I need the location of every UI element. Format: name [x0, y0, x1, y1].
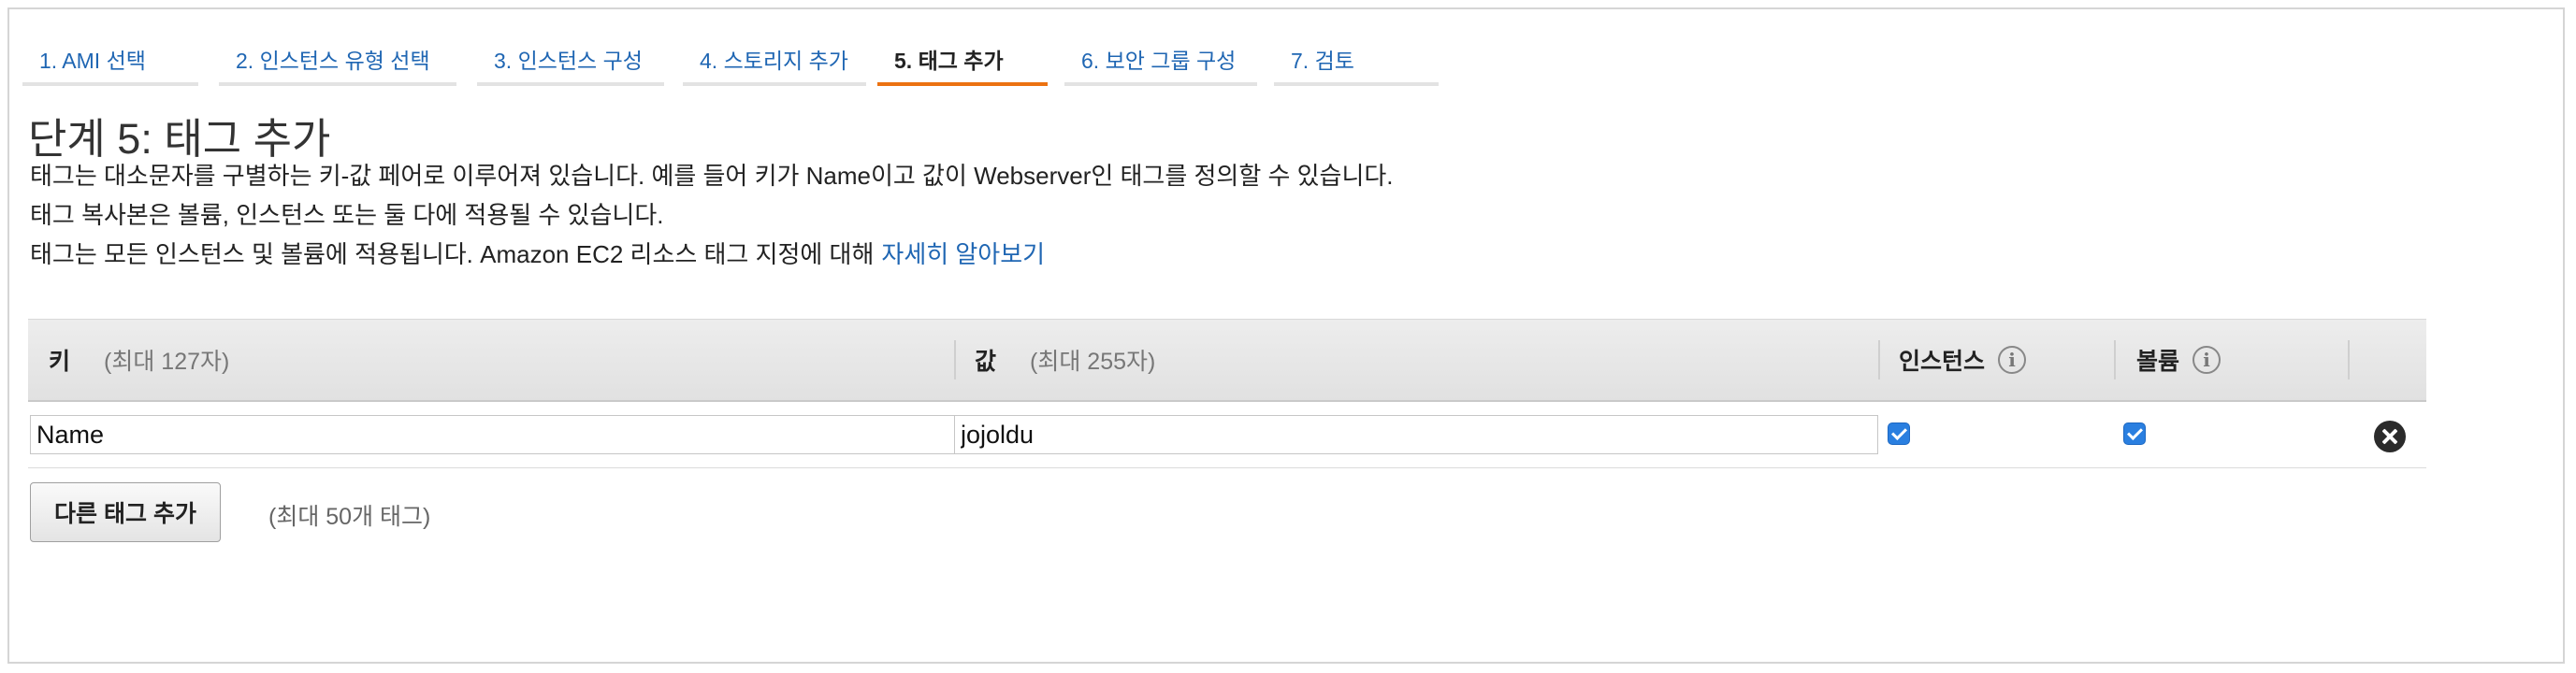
step-configure-instance[interactable]: 3. 인스턴스 구성 — [477, 30, 664, 86]
info-icon[interactable]: i — [1998, 346, 2027, 374]
column-divider — [954, 340, 956, 379]
description-line: 태그는 모든 인스턴스 및 볼륨에 적용됩니다. Amazon EC2 리소스 … — [30, 236, 1045, 270]
step-add-storage[interactable]: 4. 스토리지 추가 — [683, 30, 866, 86]
step-label: 1. AMI 선택 — [39, 49, 146, 73]
column-divider — [2114, 340, 2116, 379]
step-add-tags[interactable]: 5. 태그 추가 — [877, 30, 1048, 86]
add-tag-button[interactable]: 다른 태그 추가 — [30, 482, 221, 542]
step-configure-security-group[interactable]: 6. 보안 그룹 구성 — [1064, 30, 1257, 86]
key-column-header: 키 (최대 127자) — [49, 320, 229, 400]
step-label: 6. 보안 그룹 구성 — [1081, 49, 1237, 73]
instances-column-header: 인스턴스 i — [1899, 320, 2027, 400]
value-max-hint: (최대 255자) — [1030, 349, 1156, 375]
learn-more-link[interactable]: 자세히 알아보기 — [881, 240, 1045, 268]
tag-key-input[interactable] — [30, 415, 956, 454]
remove-tag-icon[interactable] — [2374, 421, 2406, 452]
key-max-hint: (최대 127자) — [104, 349, 230, 375]
tag-limit-note: (최대 50개 태그) — [268, 504, 431, 530]
step-label: 5. 태그 추가 — [894, 49, 1004, 73]
value-header-label: 값 — [975, 349, 997, 375]
description-line: 태그는 대소문자를 구별하는 키-값 페어로 이루어져 있습니다. 예를 들어 … — [30, 162, 1394, 190]
instances-checkbox[interactable] — [1888, 422, 1910, 445]
key-header-label: 키 — [49, 349, 71, 375]
value-column-header: 값 (최대 255자) — [975, 320, 1155, 400]
step-label: 2. 인스턴스 유형 선택 — [236, 49, 430, 73]
tag-value-input[interactable] — [954, 415, 1878, 454]
wizard-panel: 1. AMI 선택 2. 인스턴스 유형 선택 3. 인스턴스 구성 4. 스토… — [7, 7, 2565, 664]
step-label: 4. 스토리지 추가 — [700, 49, 848, 73]
step-choose-ami[interactable]: 1. AMI 선택 — [22, 30, 198, 86]
description-line: 태그 복사본은 볼륨, 인스턴스 또는 둘 다에 적용될 수 있습니다. — [30, 201, 664, 229]
table-header: 키 (최대 127자) 값 (최대 255자) 인스턴스 i 볼륨 i — [28, 319, 2426, 402]
column-divider — [1878, 340, 1880, 379]
description-text: 태그는 모든 인스턴스 및 볼륨에 적용됩니다. Amazon EC2 리소스 … — [30, 240, 875, 268]
step-label: 7. 검토 — [1291, 49, 1354, 73]
step-review[interactable]: 7. 검토 — [1274, 30, 1439, 86]
volumes-header-label: 볼륨 — [2136, 349, 2180, 375]
tag-table: 키 (최대 127자) 값 (최대 255자) 인스턴스 i 볼륨 i — [28, 319, 2426, 468]
info-icon[interactable]: i — [2192, 346, 2221, 374]
step-label: 3. 인스턴스 구성 — [494, 49, 643, 73]
step-choose-instance-type[interactable]: 2. 인스턴스 유형 선택 — [219, 30, 456, 86]
table-row — [28, 402, 2426, 468]
column-divider — [2348, 340, 2350, 379]
volumes-column-header: 볼륨 i — [2136, 320, 2221, 400]
instances-header-label: 인스턴스 — [1899, 349, 1986, 375]
volumes-checkbox[interactable] — [2123, 422, 2146, 445]
